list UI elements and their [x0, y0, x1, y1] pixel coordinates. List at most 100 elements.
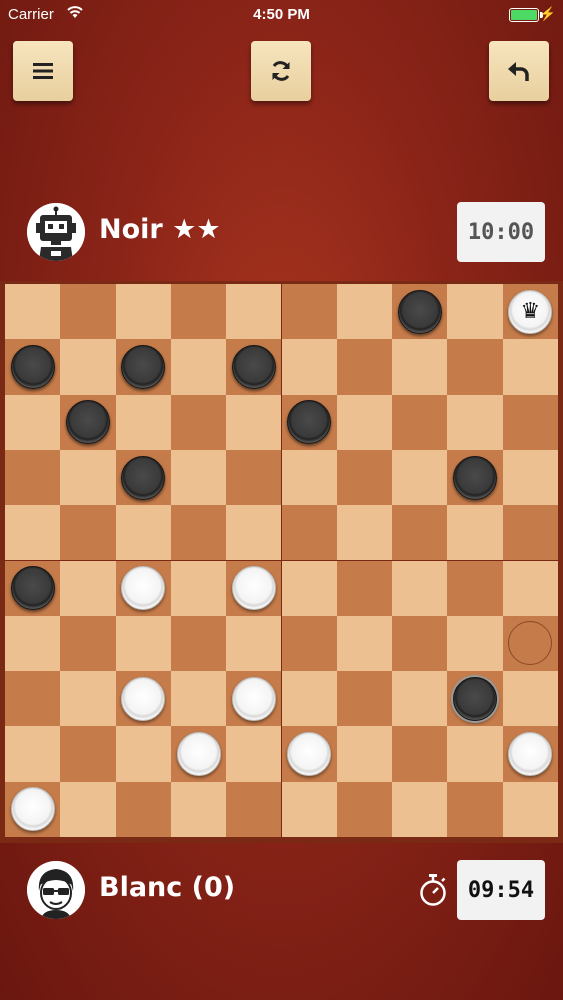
board-square[interactable] — [392, 615, 448, 672]
board-square[interactable] — [392, 726, 448, 782]
board-square[interactable] — [336, 505, 393, 561]
board-square[interactable] — [502, 671, 558, 727]
board-square[interactable] — [281, 615, 337, 672]
board-square[interactable] — [226, 781, 282, 837]
board-square[interactable] — [115, 505, 171, 561]
board-square[interactable] — [447, 615, 503, 672]
board-square[interactable] — [170, 339, 227, 395]
board-square[interactable] — [60, 615, 116, 672]
board-square[interactable] — [226, 394, 282, 450]
board-square[interactable] — [392, 671, 448, 727]
black-piece[interactable] — [397, 289, 442, 334]
board-square[interactable] — [281, 284, 337, 340]
black-piece[interactable] — [10, 566, 55, 611]
board-square[interactable] — [115, 615, 171, 672]
white-piece[interactable] — [287, 732, 332, 777]
board-square[interactable] — [170, 671, 227, 727]
black-piece[interactable] — [453, 676, 498, 721]
board-square[interactable] — [447, 560, 503, 616]
board-square[interactable] — [502, 781, 558, 837]
board-square[interactable] — [5, 505, 61, 561]
restart-button[interactable] — [251, 41, 311, 101]
board-square[interactable] — [336, 615, 393, 672]
board-square[interactable] — [115, 781, 171, 837]
board-square[interactable] — [336, 449, 393, 506]
board-square[interactable] — [170, 284, 227, 340]
white-king-piece[interactable]: ♛ — [508, 289, 553, 334]
board-square[interactable] — [447, 339, 503, 395]
board-square[interactable] — [281, 449, 337, 506]
board-square[interactable] — [392, 394, 448, 450]
board-square[interactable] — [281, 505, 337, 561]
board-square[interactable] — [5, 671, 61, 727]
board-square[interactable] — [60, 505, 116, 561]
board-square[interactable] — [115, 284, 171, 340]
white-piece[interactable] — [10, 787, 55, 832]
board-square[interactable] — [60, 560, 116, 616]
board-square[interactable] — [5, 615, 61, 672]
board-square[interactable] — [5, 726, 61, 782]
black-piece[interactable] — [10, 344, 55, 389]
black-piece[interactable] — [121, 455, 166, 500]
board-square[interactable] — [502, 394, 558, 450]
board-square[interactable] — [5, 284, 61, 340]
board-square[interactable] — [281, 671, 337, 727]
board-square[interactable] — [392, 505, 448, 561]
board-square[interactable] — [60, 726, 116, 782]
board-square[interactable] — [60, 449, 116, 506]
board-square[interactable] — [60, 671, 116, 727]
board-square[interactable] — [447, 394, 503, 450]
board-square[interactable] — [502, 449, 558, 506]
board-square[interactable] — [392, 449, 448, 506]
board-square[interactable] — [392, 560, 448, 616]
board-square[interactable] — [60, 781, 116, 837]
board-square[interactable] — [170, 394, 227, 450]
board-square[interactable] — [170, 781, 227, 837]
board-square[interactable] — [115, 394, 171, 450]
board-square[interactable] — [226, 449, 282, 506]
board-square[interactable] — [502, 505, 558, 561]
white-piece[interactable] — [176, 732, 221, 777]
board-square[interactable] — [447, 284, 503, 340]
board-square[interactable] — [392, 781, 448, 837]
board-square[interactable] — [447, 726, 503, 782]
board-square[interactable] — [226, 615, 282, 672]
black-piece[interactable] — [231, 344, 276, 389]
board-square[interactable] — [502, 339, 558, 395]
board-square[interactable] — [170, 560, 227, 616]
board-square[interactable] — [281, 560, 337, 616]
board-square[interactable] — [502, 560, 558, 616]
board-square[interactable] — [60, 339, 116, 395]
black-piece[interactable] — [121, 344, 166, 389]
board-square[interactable] — [336, 671, 393, 727]
board-square[interactable] — [226, 505, 282, 561]
white-piece[interactable] — [231, 676, 276, 721]
white-piece[interactable] — [231, 566, 276, 611]
black-piece[interactable] — [453, 455, 498, 500]
board-square[interactable] — [281, 781, 337, 837]
board-square[interactable] — [170, 615, 227, 672]
board-square[interactable] — [5, 449, 61, 506]
board-square[interactable] — [336, 560, 393, 616]
checkers-board[interactable]: ♛ — [5, 284, 558, 837]
undo-button[interactable] — [489, 41, 549, 101]
board-square[interactable] — [170, 505, 227, 561]
board-square[interactable] — [447, 505, 503, 561]
black-piece[interactable] — [65, 400, 110, 445]
board-square[interactable] — [226, 284, 282, 340]
board-square[interactable] — [115, 726, 171, 782]
board-square[interactable] — [447, 781, 503, 837]
board-square[interactable] — [336, 339, 393, 395]
board-square[interactable] — [281, 339, 337, 395]
board-square[interactable] — [336, 284, 393, 340]
menu-button[interactable] — [13, 41, 73, 101]
board-square[interactable] — [392, 339, 448, 395]
board-square[interactable] — [226, 726, 282, 782]
board-square[interactable] — [60, 284, 116, 340]
board-square[interactable] — [336, 781, 393, 837]
board-square[interactable] — [5, 394, 61, 450]
board-square[interactable] — [170, 449, 227, 506]
board-square[interactable] — [336, 726, 393, 782]
board-square[interactable] — [336, 394, 393, 450]
white-piece[interactable] — [121, 676, 166, 721]
